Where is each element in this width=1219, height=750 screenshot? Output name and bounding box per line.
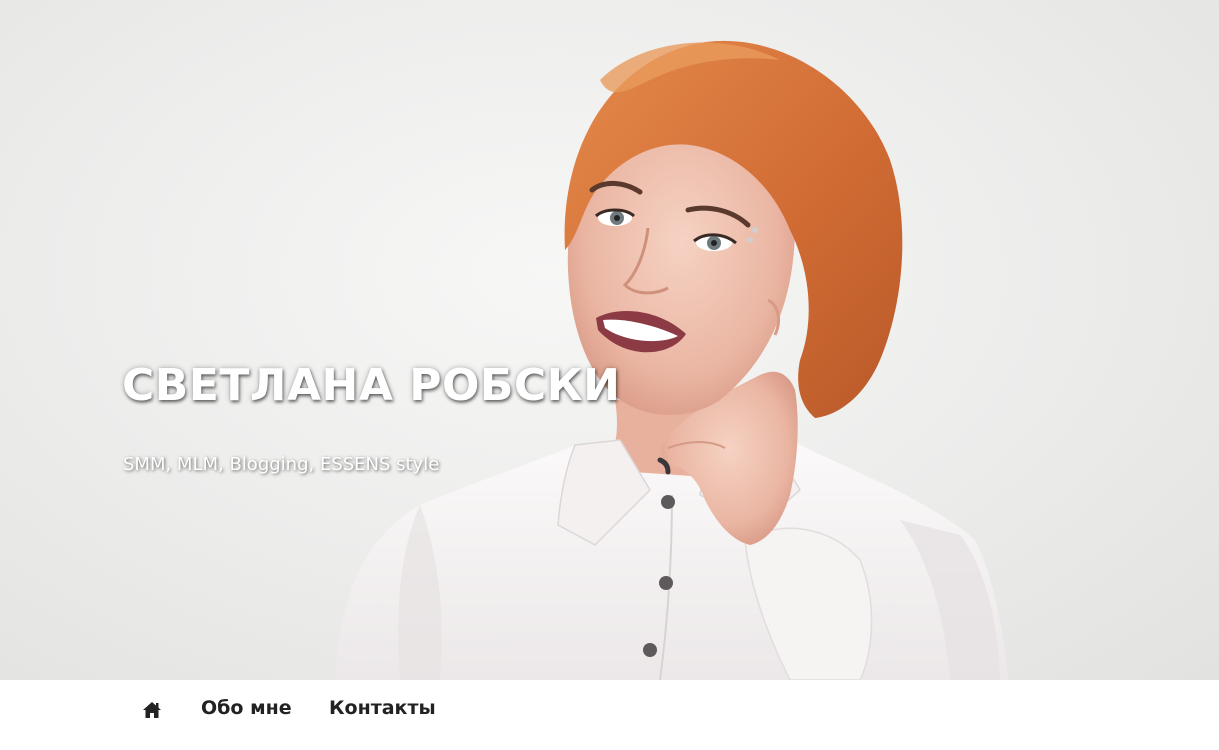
home-icon[interactable] <box>141 700 163 720</box>
main-navigation: Обо мне Контакты <box>0 680 1219 750</box>
home-icon-glyph <box>143 702 161 718</box>
nav-link-contacts[interactable]: Контакты <box>329 697 436 719</box>
portrait-photo <box>335 40 1008 680</box>
nav-link-about[interactable]: Обо мне <box>201 697 292 719</box>
hero-section: СВЕТЛАНА РОБСКИ SMM, MLM, Blogging, ESSE… <box>0 0 1219 680</box>
hero-subtitle: SMM, MLM, Blogging, ESSENS style <box>123 454 440 475</box>
hero-title: СВЕТЛАНА РОБСКИ <box>122 360 621 411</box>
